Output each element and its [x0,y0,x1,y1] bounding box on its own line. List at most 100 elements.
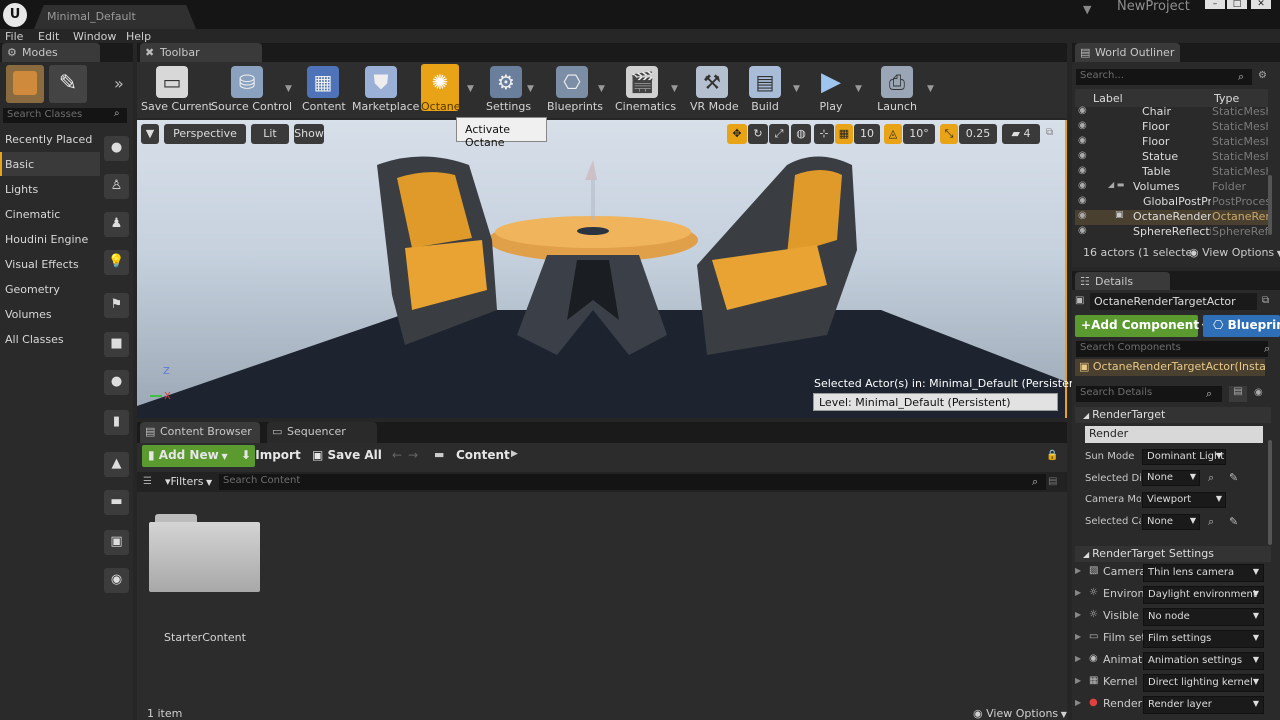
show-button[interactable]: Show [294,124,324,144]
outliner-settings-icon[interactable]: ⚙ [1258,70,1267,81]
build-button[interactable]: ▤ Build [748,66,782,116]
save-current-button[interactable]: ▭ Save Current [141,66,213,116]
picker-icon[interactable]: ✎ [1229,471,1238,484]
cube-shape-icon[interactable]: ■ [104,332,129,357]
blueprints-dropdown-icon[interactable]: ▼ [598,84,605,94]
outliner-row-selected[interactable]: ◉▣OctaneRenderTargetActorOctaneRenderTar… [1075,210,1268,225]
search-components-input[interactable]: Search Components [1076,341,1268,357]
cinematics-dropdown-icon[interactable]: ▼ [671,84,678,94]
sequencer-tab[interactable]: ▭ Sequencer [267,422,377,443]
search-content-input[interactable]: Search Content [219,474,1046,490]
outliner-row[interactable]: ◉GlobalPostProcessVolumePostProcessVolum… [1075,195,1268,210]
add-new-button[interactable]: ▮ Add New ▼ [142,445,255,467]
path-arrow-icon[interactable]: ▶ [511,449,518,459]
category-geometry[interactable]: Geometry [0,277,100,301]
lock-details-icon[interactable]: ⧉ [1262,295,1269,306]
player-start-icon[interactable]: ⚑ [104,293,129,318]
render-target-settings-section[interactable]: ◢ RenderTarget Settings [1075,546,1271,562]
sphere-trigger-icon[interactable]: ◉ [104,568,129,593]
scale-tool-icon[interactable]: ⤢ [769,124,789,144]
add-component-button[interactable]: +Add Component ▼ [1075,315,1208,337]
world-local-icon[interactable]: ◍ [791,124,811,144]
toolbar-tab[interactable]: ✖ Toolbar [140,43,262,62]
camera-mode-select[interactable]: Viewport ▼ [1142,492,1226,508]
setting-visible-env-row[interactable]: ▶☼Visible environmentNo node▼ [1075,608,1271,628]
browse-icon[interactable]: ⌕ [1208,471,1214,485]
category-recently-placed[interactable]: Recently Placed [0,127,100,151]
category-volumes[interactable]: Volumes [0,302,100,326]
setting-render-layer-row[interactable]: ▶●Render layerRender layer▼ [1075,696,1271,716]
starter-content-folder[interactable] [149,514,260,592]
lock-icon[interactable]: 🔒 [1046,450,1058,461]
render-target-section[interactable]: ◢ RenderTarget [1075,407,1271,423]
build-dropdown-icon[interactable]: ▼ [793,84,800,94]
category-cinematic[interactable]: Cinematic [0,202,100,226]
launch-dropdown-icon[interactable]: ▼ [927,84,934,94]
rotation-snap-value[interactable]: 10° [903,124,935,144]
content-browser-tab[interactable]: ▤ Content Browser [140,422,260,443]
menu-file[interactable]: File [5,30,23,43]
search-details-input[interactable]: Search Details [1076,386,1222,402]
menu-help[interactable]: Help [126,30,151,43]
cylinder-icon[interactable]: ▮ [104,410,129,435]
source-control-button[interactable]: ⛁ Source Control [211,66,292,116]
menu-edit[interactable]: Edit [38,30,59,43]
category-all-classes[interactable]: All Classes [0,327,100,351]
sources-toggle-icon[interactable]: ☰ [143,476,152,487]
cinematics-button[interactable]: 🎬 Cinematics [615,66,676,116]
selected-camera-select[interactable]: None ▼ [1142,514,1200,530]
launch-button[interactable]: ⎙ Launch [876,66,918,116]
selected-light-select[interactable]: None ▼ [1142,470,1200,486]
sphere-icon[interactable]: ● [104,136,129,161]
grid-snap-icon[interactable]: ▦ [835,124,853,144]
blueprints-button[interactable]: ⎔ Blueprints [547,66,603,116]
outliner-scrollbar[interactable] [1268,175,1272,235]
search-classes-input[interactable]: Search Classes [3,108,127,123]
sphere-shape-icon[interactable]: ● [104,370,129,395]
content-button[interactable]: ▦ Content [302,66,346,116]
category-basic[interactable]: Basic [0,152,100,176]
property-matrix-icon[interactable]: ▤ [1229,386,1247,402]
paint-mode-button[interactable]: ✎ [49,65,87,103]
setting-kernel-row[interactable]: ▶ ▦ Kernel Direct lighting kernel ▼ [1075,674,1271,694]
marketplace-button[interactable]: ⛊ Marketplace [352,66,419,116]
render-button[interactable]: Render [1085,426,1263,443]
details-scrollbar[interactable] [1268,440,1272,545]
octane-button[interactable]: ✺ Octane [421,66,461,116]
outliner-row[interactable]: ◉SphereReflectionCaptureSphereReflection… [1075,225,1268,240]
settings-dropdown-icon[interactable]: ▼ [527,84,534,94]
category-visual-effects[interactable]: Visual Effects [0,252,100,276]
browse-camera-icon[interactable]: ⌕ [1208,515,1214,529]
more-modes-icon[interactable]: » [114,74,124,93]
outliner-row[interactable]: ◉ ◢ ▬ Volumes Folder [1075,180,1268,195]
light-icon[interactable]: 💡 [104,250,129,275]
view-options-button[interactable]: ◉ View Options ▼ [973,707,1067,720]
forward-icon[interactable]: → [408,448,418,462]
camera-picker-icon[interactable]: ✎ [1229,515,1238,528]
place-mode-button[interactable] [6,65,44,103]
pawn-icon[interactable]: ♟ [104,212,129,237]
maximize-button[interactable]: □ [1227,0,1247,9]
save-all-button[interactable]: ▣ Save All [312,448,382,462]
details-eye-icon[interactable]: ◉ [1254,387,1263,398]
outliner-row[interactable]: ◉ Floor StaticMesh [1075,135,1268,150]
scale-snap-value[interactable]: 0.25 [959,124,997,144]
source-control-dropdown-icon[interactable]: ▼ [285,84,292,94]
character-icon[interactable]: ♙ [104,174,129,199]
lit-button[interactable]: Lit [251,124,289,144]
category-houdini-engine[interactable]: Houdini Engine [0,227,100,251]
setting-environment-row[interactable]: ▶☼EnvironmentDaylight environment▼ [1075,586,1271,606]
surface-snap-icon[interactable]: ⊹ [814,124,834,144]
sun-mode-select[interactable]: Dominant Light ▼ [1142,449,1226,465]
setting-camera-row[interactable]: ▶ ▧ Camera Thin lens camera ▼ [1075,564,1271,584]
scale-snap-icon[interactable]: ⤡ [940,124,958,144]
level-viewport[interactable] [137,120,1067,418]
plane-icon[interactable]: ▬ [104,490,129,515]
vr-mode-button[interactable]: ⚒ VR Mode [690,66,739,116]
translate-tool-icon[interactable]: ✥ [727,124,747,144]
outliner-search-input[interactable]: Search... [1076,69,1252,85]
filters-button[interactable]: ▾Filters ▼ [165,475,212,488]
octane-dropdown-icon[interactable]: ▼ [467,84,474,94]
perspective-button[interactable]: Perspective [164,124,246,144]
outliner-row[interactable]: ◉ Statue StaticMesh [1075,150,1268,165]
